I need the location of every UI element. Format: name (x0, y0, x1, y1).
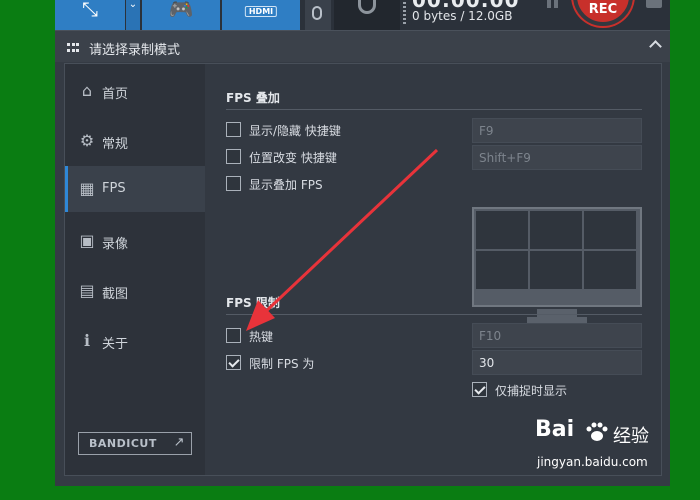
sidebar-item-label: FPS (102, 181, 126, 196)
audio-level-meter (403, 2, 406, 26)
section-title-overlay: FPS 叠加 (226, 91, 280, 105)
position-hotkey-field[interactable]: Shift+F9 (472, 145, 642, 170)
game-record-mode-button[interactable]: 🎮 (142, 0, 220, 30)
rec-button[interactable]: REC (573, 0, 633, 26)
window-title: 请选择录制模式 (89, 43, 181, 58)
hdmi-icon: HDMI (244, 6, 278, 17)
sidebar: ⌂ 首页 ⚙ 常规 ▦ FPS ▣ 录像 ▤ 截图 ℹ 关于 BANDICUT … (65, 64, 205, 475)
position-cell-bottom-right[interactable] (584, 251, 636, 289)
overlay-position-picker[interactable] (472, 207, 642, 307)
external-link-icon: ↗ (173, 435, 185, 450)
info-icon: ℹ (83, 331, 91, 350)
show-hide-hotkey-checkbox[interactable] (226, 122, 241, 137)
option-label: 仅捕捉时显示 (495, 384, 568, 398)
option-label: 显示叠加 FPS (249, 178, 323, 192)
option-label: 显示/隐藏 快捷键 (249, 124, 341, 138)
capture-only-checkbox[interactable] (472, 382, 487, 397)
main-toolbar: ⤡ ⌄ 🎮 HDMI 00:00:00 0 bytes / 12.0GB REC (55, 0, 670, 30)
sidebar-item-home[interactable]: ⌂ 首页 (65, 68, 205, 114)
watermark-text: 经验 (613, 426, 649, 447)
video-icon: ▣ (79, 231, 95, 250)
sidebar-item-general[interactable]: ⚙ 常规 (65, 118, 205, 164)
fps-settings-content: FPS 叠加 显示/隐藏 快捷键 F9 位置改变 快捷键 Shift+F9 显示… (205, 64, 661, 475)
bandicut-button[interactable]: BANDICUT ↗ (78, 432, 192, 455)
position-hotkey-checkbox[interactable] (226, 149, 241, 164)
file-size-readout: 0 bytes / 12.0GB (412, 9, 513, 23)
settings-panel: ⌂ 首页 ⚙ 常规 ▦ FPS ▣ 录像 ▤ 截图 ℹ 关于 BANDICUT … (64, 63, 662, 476)
position-cell-bottom-center[interactable] (530, 251, 582, 289)
camera-icon[interactable] (646, 0, 662, 8)
fps-icon: ▦ (79, 179, 95, 198)
show-overlay-checkbox[interactable] (226, 176, 241, 191)
option-label: 限制 FPS 为 (249, 357, 315, 371)
section-title-limit: FPS 限制 (226, 296, 280, 310)
position-cell-top-right[interactable] (584, 211, 636, 249)
position-cell-top-center[interactable] (530, 211, 582, 249)
sidebar-item-video[interactable]: ▣ 录像 (65, 218, 205, 264)
grid-icon (67, 43, 79, 52)
screen-rect-icon: ⤡ (82, 0, 98, 21)
chevron-down-icon: ⌄ (128, 0, 138, 10)
sidebar-item-screenshot[interactable]: ▤ 截图 (65, 268, 205, 314)
fps-limit-value-field[interactable]: 30 (472, 350, 642, 375)
pause-icon[interactable] (546, 0, 560, 8)
image-icon: ▤ (79, 281, 95, 300)
screen-record-mode-button[interactable]: ⤡ (55, 0, 125, 30)
watermark-url: jingyan.baidu.com (537, 455, 648, 469)
sidebar-item-label: 关于 (102, 337, 129, 352)
gamepad-icon: 🎮 (168, 0, 194, 21)
webcam-button[interactable] (334, 0, 400, 30)
window-header: 请选择录制模式 (55, 30, 670, 62)
paw-icon (586, 422, 608, 441)
show-hide-hotkey-field[interactable]: F9 (472, 118, 642, 143)
sidebar-item-about[interactable]: ℹ 关于 (65, 318, 205, 364)
divider (226, 314, 642, 315)
limit-hotkey-field[interactable]: F10 (472, 323, 642, 348)
option-label: 热键 (249, 330, 274, 344)
sidebar-item-label: 录像 (102, 237, 129, 252)
option-label: 位置改变 快捷键 (249, 151, 337, 165)
home-icon: ⌂ (81, 81, 93, 100)
baidu-watermark: Bai 经验 jingyan.baidu.com (535, 417, 665, 487)
sidebar-item-fps[interactable]: ▦ FPS (65, 166, 205, 212)
mode-dropdown-button[interactable]: ⌄ (126, 0, 140, 30)
position-cell-top-left[interactable] (476, 211, 528, 249)
microphone-icon (312, 6, 322, 20)
chevron-up-icon[interactable] (649, 40, 662, 53)
monitor-stand (537, 309, 577, 317)
limit-hotkey-checkbox[interactable] (226, 328, 241, 343)
sidebar-item-label: 首页 (102, 87, 129, 102)
device-record-mode-button[interactable]: HDMI (222, 0, 300, 30)
position-cell-bottom-left[interactable] (476, 251, 528, 289)
rec-label: REC (588, 2, 618, 17)
sidebar-item-label: 截图 (102, 287, 129, 302)
webcam-icon (358, 0, 376, 14)
microphone-button[interactable] (305, 0, 331, 30)
limit-fps-checkbox[interactable] (226, 355, 241, 370)
bandicut-label: BANDICUT (89, 437, 157, 450)
gear-icon: ⚙ (79, 131, 95, 150)
sidebar-item-label: 常规 (102, 137, 129, 152)
divider (226, 109, 642, 110)
watermark-logo: Bai (535, 417, 575, 442)
